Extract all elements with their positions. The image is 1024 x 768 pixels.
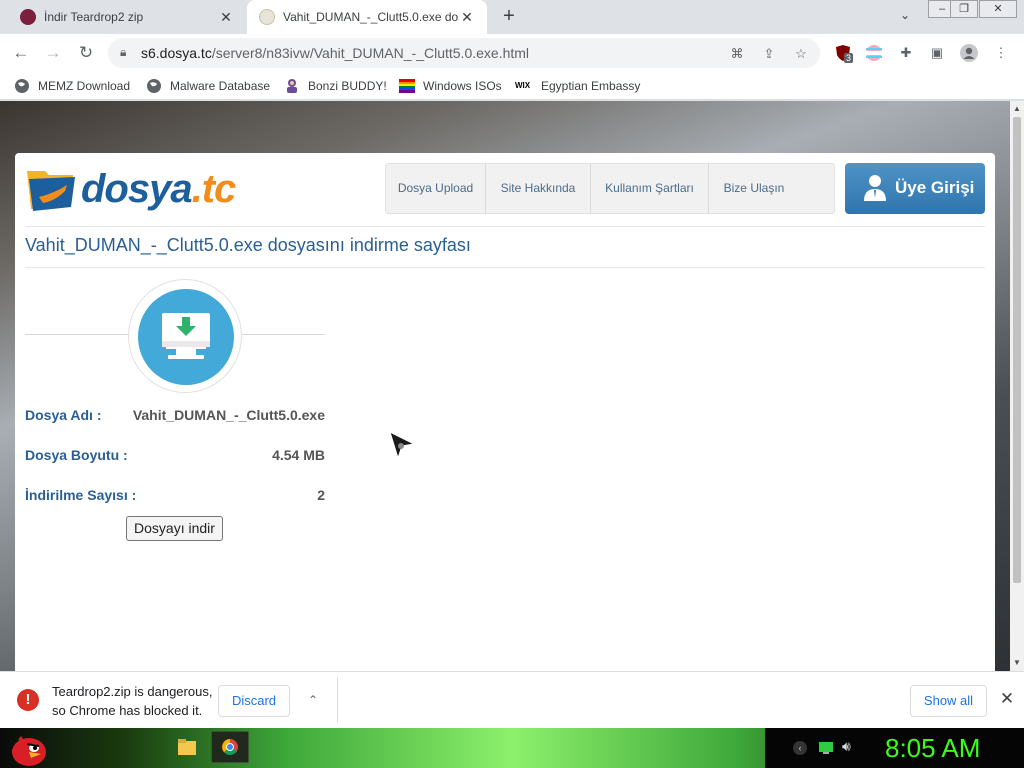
address-bar[interactable]: 🔒︎ s6.dosya.tc/server8/n83ivw/Vahit_DUMA… [108, 38, 820, 68]
danger-warning-icon: ! [17, 689, 39, 711]
reload-icon[interactable]: ↻ [75, 42, 97, 64]
taskbar-clock[interactable]: 8:05 AM [885, 733, 980, 764]
download-file-button[interactable]: Dosyayı indir [126, 516, 223, 541]
extension-flag-icon[interactable] [865, 44, 883, 62]
network-tray-icon[interactable] [818, 741, 834, 755]
icon-left-rule [25, 334, 128, 335]
file-name-row: Dosya Adı : Vahit_DUMAN_-_Clutt5.0.exe [25, 407, 325, 425]
tray-chevron-icon[interactable]: ‹ [793, 741, 807, 755]
tab-teardrop[interactable]: İndir Teardrop2 zip ✕ [8, 0, 246, 34]
taskbar: ‹ 🔊︎ 8:05 AM [0, 728, 1024, 768]
download-bar: ! Teardrop2.zip is dangerous, so Chrome … [0, 671, 1024, 728]
tab-title: İndir Teardrop2 zip [44, 10, 144, 24]
close-tab-icon[interactable]: ✕ [218, 9, 234, 26]
url-text: s6.dosya.tc/server8/n83ivw/Vahit_DUMAN_-… [141, 45, 530, 61]
new-tab-plus-icon[interactable]: + [498, 6, 520, 28]
bookmark-windows-isos[interactable]: Windows ISOs [399, 77, 502, 95]
puzzle-extensions-icon[interactable]: ✚ [897, 44, 915, 62]
page-scrollbar[interactable]: ▲ ▼ [1010, 101, 1024, 671]
share-icon[interactable]: ⇪ [761, 46, 777, 62]
show-all-button[interactable]: Show all [910, 685, 987, 717]
loading-favicon-icon [259, 9, 275, 25]
download-count-label: İndirilme Sayısı : [25, 487, 137, 503]
bookmark-malware-db[interactable]: Malware Database [146, 77, 270, 95]
volume-tray-icon[interactable]: 🔊︎ [842, 738, 851, 755]
bookmarks-bar: MEMZ Download Malware Database Bonzi BUD… [0, 72, 1024, 100]
bonzi-icon [287, 79, 297, 93]
file-name-label: Dosya Adı : [25, 407, 102, 423]
download-count-value: 2 [317, 487, 325, 503]
restore-window-icon[interactable]: ❐ [950, 0, 978, 18]
tab-title: Vahit_DUMAN_-_Clutt5.0.exe dos [283, 10, 459, 24]
wix-icon: WIX [515, 81, 531, 90]
icon-right-rule [242, 334, 325, 335]
file-size-row: Dosya Boyutu : 4.54 MB [25, 447, 325, 465]
login-label: Üye Girişi [895, 178, 975, 197]
page-title: Vahit_DUMAN_-_Clutt5.0.exe dosyasını ind… [25, 235, 471, 255]
title-divider [25, 267, 985, 268]
close-download-bar-icon[interactable]: ✕ [997, 689, 1017, 709]
file-explorer-taskbar-icon[interactable] [168, 731, 206, 763]
folder-logo-icon [27, 171, 75, 211]
page-viewport: dosya.tc Dosya Upload Site Hakkında Kull… [0, 101, 1010, 671]
logo-text: dosya.tc [81, 167, 236, 211]
bookmark-star-icon[interactable]: ☆ [793, 46, 809, 62]
dosya-logo[interactable]: dosya.tc [25, 163, 236, 215]
tab-dosya[interactable]: Vahit_DUMAN_-_Clutt5.0.exe dos ✕ [247, 0, 487, 34]
tab-strip: İndir Teardrop2 zip ✕ Vahit_DUMAN_-_Clut… [0, 0, 1024, 34]
profile-avatar-icon[interactable] [960, 44, 978, 62]
scroll-down-arrow-icon[interactable]: ▼ [1010, 658, 1024, 667]
nav-dosya-upload[interactable]: Dosya Upload [386, 164, 486, 213]
globe-icon [147, 79, 161, 93]
tab-search-chevron-icon[interactable]: ⌄ [896, 8, 914, 26]
close-tab-icon[interactable]: ✕ [459, 9, 475, 26]
download-warning-text: Teardrop2.zip is dangerous, so Chrome ha… [52, 684, 213, 718]
mouse-cursor-icon [389, 431, 416, 460]
chrome-taskbar-icon[interactable] [211, 731, 249, 763]
forward-arrow-icon[interactable]: → [42, 42, 64, 64]
bookmark-egyptian-embassy[interactable]: WIX Egyptian Embassy [515, 77, 640, 95]
bookmark-memz[interactable]: MEMZ Download [14, 77, 130, 95]
lock-icon: 🔒︎ [120, 45, 127, 59]
file-name-value: Vahit_DUMAN_-_Clutt5.0.exe [132, 407, 325, 423]
scrollbar-thumb[interactable] [1013, 117, 1021, 583]
back-arrow-icon[interactable]: ← [10, 42, 32, 64]
file-size-label: Dosya Boyutu : [25, 447, 128, 463]
close-window-icon[interactable]: ✕ [979, 0, 1017, 18]
chevron-up-icon[interactable]: ⌃ [304, 691, 322, 709]
windows-icon [399, 79, 415, 93]
angry-bird-start-icon[interactable] [5, 728, 49, 768]
scroll-up-arrow-icon[interactable]: ▲ [1010, 104, 1024, 113]
translate-icon[interactable]: ⌘ [729, 46, 745, 62]
site-nav: Dosya Upload Site Hakkında Kullanım Şart… [385, 163, 835, 214]
download-count-row: İndirilme Sayısı : 2 [25, 487, 325, 505]
header-divider [25, 226, 985, 227]
kebab-menu-icon[interactable]: ⋮ [992, 44, 1010, 62]
content-card: dosya.tc Dosya Upload Site Hakkında Kull… [15, 153, 995, 671]
side-panel-icon[interactable]: ▣ [928, 44, 946, 62]
bookmark-bonzi[interactable]: Bonzi BUDDY! [284, 77, 387, 95]
nav-kullanim-sartlari[interactable]: Kullanım Şartları [591, 164, 709, 213]
ublock-extension-icon[interactable]: 3 [834, 44, 854, 63]
globe-icon [15, 79, 29, 93]
nav-bize-ulasin[interactable]: Bize Ulaşın [709, 164, 799, 213]
nav-site-hakkinda[interactable]: Site Hakkında [486, 164, 591, 213]
login-button[interactable]: Üye Girişi [845, 163, 985, 214]
file-size-value: 4.54 MB [272, 447, 325, 463]
browser-toolbar: ← → ↻ 🔒︎ s6.dosya.tc/server8/n83ivw/Vahi… [0, 34, 1024, 72]
download-bar-separator [337, 677, 338, 723]
download-computer-icon [128, 279, 242, 393]
user-icon [864, 175, 886, 201]
site-favicon-icon [20, 9, 36, 25]
extension-badge: 3 [844, 53, 854, 63]
discard-button[interactable]: Discard [218, 685, 290, 717]
